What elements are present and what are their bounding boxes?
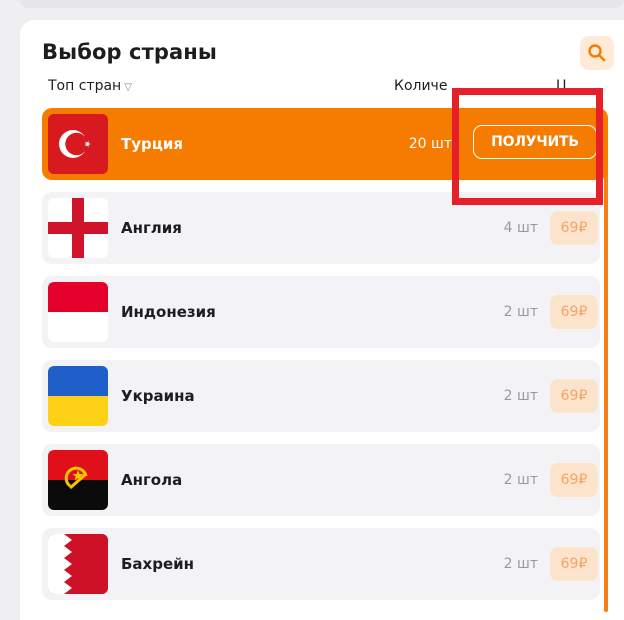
price-badge[interactable]: 69₽ xyxy=(550,295,598,329)
country-qty: 2 шт xyxy=(503,388,538,404)
page-title: Выбор страны xyxy=(42,40,217,64)
flag-indonesia-icon xyxy=(48,282,108,342)
country-name: Украина xyxy=(121,387,195,405)
flag-angola-icon xyxy=(48,450,108,510)
country-row-bahrain[interactable]: Бахрейн 2 шт 69₽ xyxy=(42,528,600,600)
sort-triangle-icon: ▽ xyxy=(124,82,132,93)
sort-top-countries[interactable]: Топ стран ▽ xyxy=(48,78,132,94)
flag-bahrain-icon xyxy=(48,534,108,594)
price-badge[interactable]: 69₽ xyxy=(550,547,598,581)
highlight-box xyxy=(452,88,603,205)
country-name: Турция xyxy=(121,135,184,153)
flag-ukraine-icon xyxy=(48,366,108,426)
country-qty: 2 шт xyxy=(503,304,538,320)
country-name: Ангола xyxy=(121,471,183,489)
col-top-label: Топ стран xyxy=(48,78,122,94)
price-badge[interactable]: 69₽ xyxy=(550,211,598,245)
search-icon xyxy=(588,44,606,62)
country-row-indonesia[interactable]: Индонезия 2 шт 69₽ xyxy=(42,276,600,348)
flag-turkey-icon xyxy=(48,114,108,174)
flag-england-icon xyxy=(48,198,108,258)
price-badge[interactable]: 69₽ xyxy=(550,379,598,413)
country-name: Индонезия xyxy=(121,303,216,321)
scrollbar[interactable] xyxy=(604,170,608,612)
price-badge[interactable]: 69₽ xyxy=(550,463,598,497)
country-name: Бахрейн xyxy=(121,555,195,573)
col-qty-label[interactable]: Количе xyxy=(394,78,447,94)
country-qty: 20 шт xyxy=(408,136,452,152)
country-qty: 2 шт xyxy=(503,556,538,572)
country-qty: 2 шт xyxy=(503,472,538,488)
country-row-angola[interactable]: Ангола 2 шт 69₽ xyxy=(42,444,600,516)
country-row-ukraine[interactable]: Украина 2 шт 69₽ xyxy=(42,360,600,432)
search-button[interactable] xyxy=(580,36,614,70)
top-strip xyxy=(20,0,624,8)
country-name: Англия xyxy=(121,219,182,237)
